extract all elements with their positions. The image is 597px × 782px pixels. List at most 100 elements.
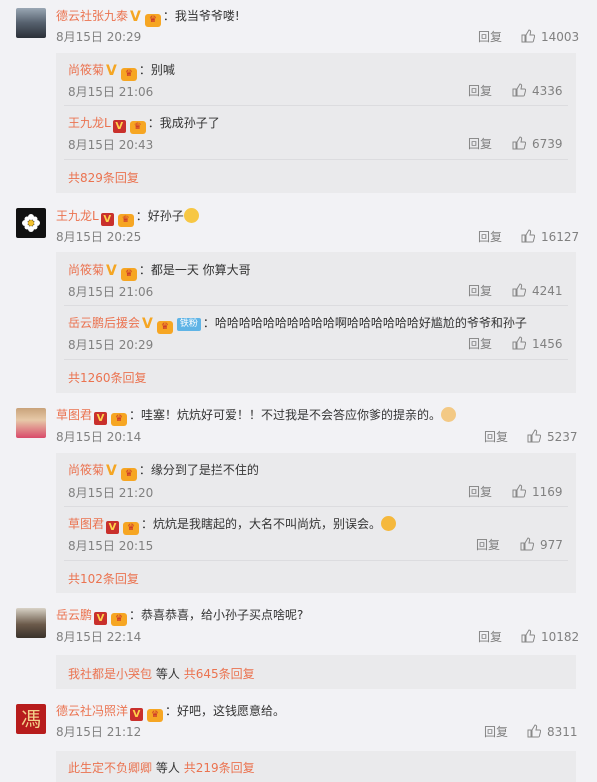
timestamp: 8月15日 20:25 [56, 230, 142, 244]
reply-button[interactable]: 回复 [484, 429, 508, 445]
reply-text: ：哈哈哈哈哈哈哈哈哈哈啊哈哈哈哈哈哈好尴尬的爷爷和孙子 [202, 316, 527, 330]
like-button[interactable]: 1456 [512, 336, 563, 352]
username[interactable]: 王九龙L [56, 209, 99, 223]
like-button[interactable]: 5237 [527, 429, 578, 445]
like-count: 1456 [532, 337, 563, 351]
thumbs-up-icon [521, 629, 536, 643]
username[interactable]: 尚筱菊 [68, 263, 104, 277]
username[interactable]: 岳云鹏 [56, 608, 92, 622]
more-replies-link[interactable]: 共102条回复 [68, 570, 139, 587]
avatar[interactable] [16, 208, 46, 238]
red-v-icon: V [112, 120, 126, 133]
divider [64, 359, 568, 360]
thumbs-up-icon [512, 83, 527, 97]
timestamp: 8月15日 20:29 [56, 30, 142, 44]
like-button[interactable]: 4241 [512, 283, 563, 299]
reply-button[interactable]: 回复 [468, 283, 492, 299]
username[interactable]: 尚筱菊 [68, 63, 104, 77]
like-count: 8311 [547, 725, 578, 739]
avatar[interactable]: 馮 [16, 704, 46, 734]
thumbs-up-icon [512, 336, 527, 350]
comment-text: ：我当爷爷喽! [162, 9, 240, 23]
reply-count[interactable]: 共645条回复 [184, 667, 255, 681]
username[interactable]: 草图君 [68, 517, 104, 531]
smile-emoji-icon [183, 208, 199, 223]
thumbs-up-icon [512, 484, 527, 498]
avatar[interactable] [16, 8, 46, 38]
avatar[interactable] [16, 408, 46, 438]
reply-button[interactable]: 回复 [468, 136, 492, 152]
crown-badge-icon: ♛ [147, 709, 164, 722]
timestamp: 8月15日 20:43 [68, 138, 154, 152]
comment-text: ：好吧，这钱愿意给。 [165, 704, 286, 718]
crown-badge-icon: ♛ [117, 214, 134, 227]
reply-button[interactable]: 回复 [468, 83, 492, 99]
gold-v-icon: V [106, 263, 117, 279]
username[interactable]: 尚筱菊 [68, 463, 104, 477]
timestamp: 8月15日 21:12 [56, 725, 142, 739]
doge-emoji-icon [441, 407, 457, 422]
crown-badge-icon: ♛ [120, 468, 137, 481]
username[interactable]: 德云社冯照洋 [56, 704, 128, 718]
reply-button[interactable]: 回复 [478, 229, 502, 245]
like-button[interactable]: 8311 [527, 724, 578, 740]
like-count: 977 [540, 538, 563, 552]
thumbs-up-icon [512, 136, 527, 150]
reply-button[interactable]: 回复 [468, 484, 492, 500]
like-button[interactable]: 10182 [521, 629, 579, 645]
like-button[interactable]: 6739 [512, 136, 563, 152]
reply-count[interactable]: 共219条回复 [184, 761, 255, 775]
reply-button[interactable]: 回复 [484, 724, 508, 740]
thumbs-up-icon [521, 229, 536, 243]
like-button[interactable]: 16127 [521, 229, 579, 245]
username[interactable]: 草图君 [56, 408, 92, 422]
like-count: 4241 [532, 284, 563, 298]
thumbs-up-icon [527, 724, 542, 738]
comment-text: ：哇塞！炕炕好可爱！！不过我是不会答应你爹的提亲的。 [129, 408, 442, 422]
crown-badge-icon: ♛ [120, 68, 137, 81]
reply-text: ：我成孙子了 [147, 116, 220, 130]
reply-button[interactable]: 回复 [476, 537, 500, 553]
reply-button[interactable]: 回复 [478, 629, 502, 645]
like-count: 14003 [541, 30, 580, 44]
more-replies-link[interactable]: 我社都是小哭包 等人 共645条回复 [68, 665, 255, 682]
reply-username[interactable]: 此生定不负卿卿 [68, 761, 152, 775]
crown-badge-icon: ♛ [111, 613, 128, 626]
divider [64, 105, 568, 106]
like-button[interactable]: 14003 [521, 29, 579, 45]
red-v-icon: V [94, 612, 108, 625]
divider [64, 560, 568, 561]
timestamp: 8月15日 20:15 [68, 539, 154, 553]
username[interactable]: 王九龙L [68, 116, 111, 130]
timestamp: 8月15日 22:14 [56, 630, 142, 644]
like-count: 6739 [532, 137, 563, 151]
reply-button[interactable]: 回复 [478, 29, 502, 45]
more-replies-link[interactable]: 共829条回复 [68, 169, 139, 186]
username[interactable]: 岳云鹏后援会 [68, 316, 140, 330]
reply-thread: 尚筱菊 V ♛ ：别喊 8月15日 21:06 回复 4336 王九龙L V ♛ ：我成孙子… [56, 53, 576, 193]
crown-badge-icon: ♛ [120, 268, 137, 281]
timestamp: 8月15日 20:29 [68, 338, 154, 352]
others-label: 等人 [155, 667, 180, 681]
like-count: 4336 [532, 84, 563, 98]
crown-badge-icon: ♛ [144, 14, 161, 27]
red-v-icon: V [106, 521, 120, 534]
like-button[interactable]: 4336 [512, 83, 563, 99]
avatar[interactable] [16, 608, 46, 638]
username[interactable]: 德云社张九泰 [56, 9, 128, 23]
like-count: 10182 [541, 630, 580, 644]
reply-button[interactable]: 回复 [468, 336, 492, 352]
red-v-icon: V [100, 213, 114, 226]
reply-username[interactable]: 我社都是小哭包 [68, 667, 152, 681]
like-button[interactable]: 977 [520, 537, 563, 553]
more-replies-link[interactable]: 共1260条回复 [68, 369, 147, 386]
like-button[interactable]: 1169 [512, 484, 563, 500]
crown-badge-icon: ♛ [156, 321, 173, 334]
gold-v-icon: V [106, 463, 117, 479]
like-count: 16127 [541, 230, 580, 244]
crown-badge-icon: ♛ [123, 522, 140, 535]
fan-badge: 铁粉 [176, 318, 201, 331]
reply-thread: 尚筱菊 V ♛ ：缘分到了是拦不住的 8月15日 21:20 回复 1169 草图君 V… [56, 453, 576, 593]
reply-text: ：缘分到了是拦不住的 [138, 463, 259, 477]
more-replies-link[interactable]: 此生定不负卿卿 等人 共219条回复 [68, 759, 255, 776]
